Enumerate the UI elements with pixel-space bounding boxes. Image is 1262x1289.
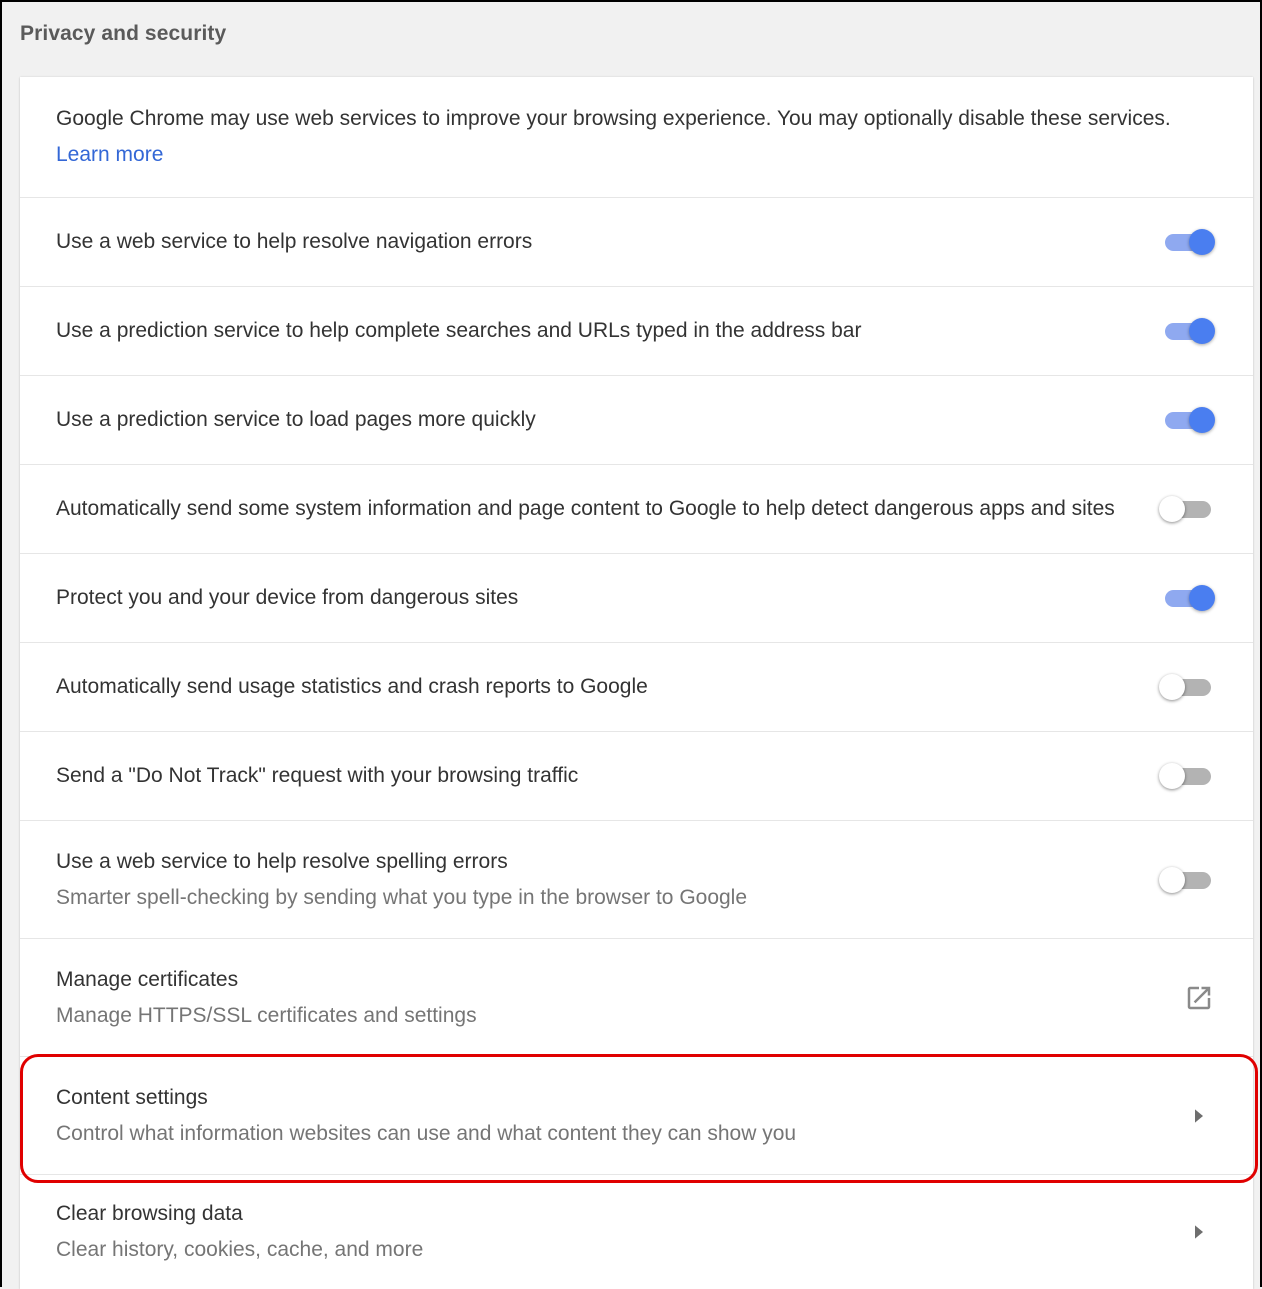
setting-row-page-prediction[interactable]: Use a prediction service to load pages m…	[20, 375, 1253, 464]
setting-row-spelling-service[interactable]: Use a web service to help resolve spelli…	[20, 820, 1253, 938]
chevron-right-icon[interactable]	[1183, 1216, 1215, 1248]
setting-label: Manage certificates	[56, 967, 239, 991]
setting-label: Automatically send usage statistics and …	[56, 675, 648, 698]
setting-label: Use a prediction service to help complet…	[56, 319, 862, 342]
chevron-right-icon[interactable]	[1183, 1100, 1215, 1132]
safe-browsing-reports-toggle[interactable]	[1159, 494, 1217, 524]
setting-row-safe-browsing[interactable]: Protect you and your device from dangero…	[20, 553, 1253, 642]
clear-browsing-data-row[interactable]: Clear browsing data Clear history, cooki…	[20, 1174, 1253, 1289]
navigation-errors-toggle[interactable]	[1159, 227, 1217, 257]
setting-row-do-not-track[interactable]: Send a "Do Not Track" request with your …	[20, 731, 1253, 820]
learn-more-link[interactable]: Learn more	[56, 143, 163, 166]
setting-label: Use a web service to help resolve spelli…	[56, 849, 508, 873]
setting-label: Send a "Do Not Track" request with your …	[56, 764, 579, 787]
setting-sublabel: Manage HTTPS/SSL certificates and settin…	[56, 1003, 477, 1027]
section-title: Privacy and security	[20, 22, 227, 45]
setting-row-navigation-errors[interactable]: Use a web service to help resolve naviga…	[20, 197, 1253, 286]
setting-sublabel: Smarter spell-checking by sending what y…	[56, 885, 748, 909]
setting-label: Content settings	[56, 1085, 208, 1109]
safe-browsing-toggle[interactable]	[1159, 583, 1217, 613]
settings-page: Privacy and security Google Chrome may u…	[0, 0, 1262, 1289]
intro-row: Google Chrome may use web services to im…	[20, 77, 1253, 197]
setting-label: Automatically send some system informati…	[56, 497, 1115, 520]
search-prediction-toggle[interactable]	[1159, 316, 1217, 346]
privacy-card: Google Chrome may use web services to im…	[20, 77, 1253, 1289]
usage-statistics-toggle[interactable]	[1159, 672, 1217, 702]
manage-certificates-row[interactable]: Manage certificates Manage HTTPS/SSL cer…	[20, 938, 1253, 1056]
do-not-track-toggle[interactable]	[1159, 761, 1217, 791]
setting-label: Clear browsing data	[56, 1202, 243, 1225]
spelling-service-toggle[interactable]	[1159, 865, 1217, 895]
page-prediction-toggle[interactable]	[1159, 405, 1217, 435]
external-link-icon[interactable]	[1183, 982, 1215, 1014]
setting-sublabel: Clear history, cookies, cache, and more	[56, 1238, 424, 1261]
setting-row-safe-browsing-reports[interactable]: Automatically send some system informati…	[20, 464, 1253, 553]
intro-text: Google Chrome may use web services to im…	[56, 107, 1171, 130]
setting-row-usage-statistics[interactable]: Automatically send usage statistics and …	[20, 642, 1253, 731]
setting-label: Protect you and your device from dangero…	[56, 586, 519, 609]
setting-sublabel: Control what information websites can us…	[56, 1121, 797, 1145]
setting-row-search-prediction[interactable]: Use a prediction service to help complet…	[20, 286, 1253, 375]
setting-label: Use a prediction service to load pages m…	[56, 408, 536, 431]
content-settings-row[interactable]: Content settings Control what informatio…	[20, 1056, 1253, 1174]
setting-label: Use a web service to help resolve naviga…	[56, 230, 533, 253]
